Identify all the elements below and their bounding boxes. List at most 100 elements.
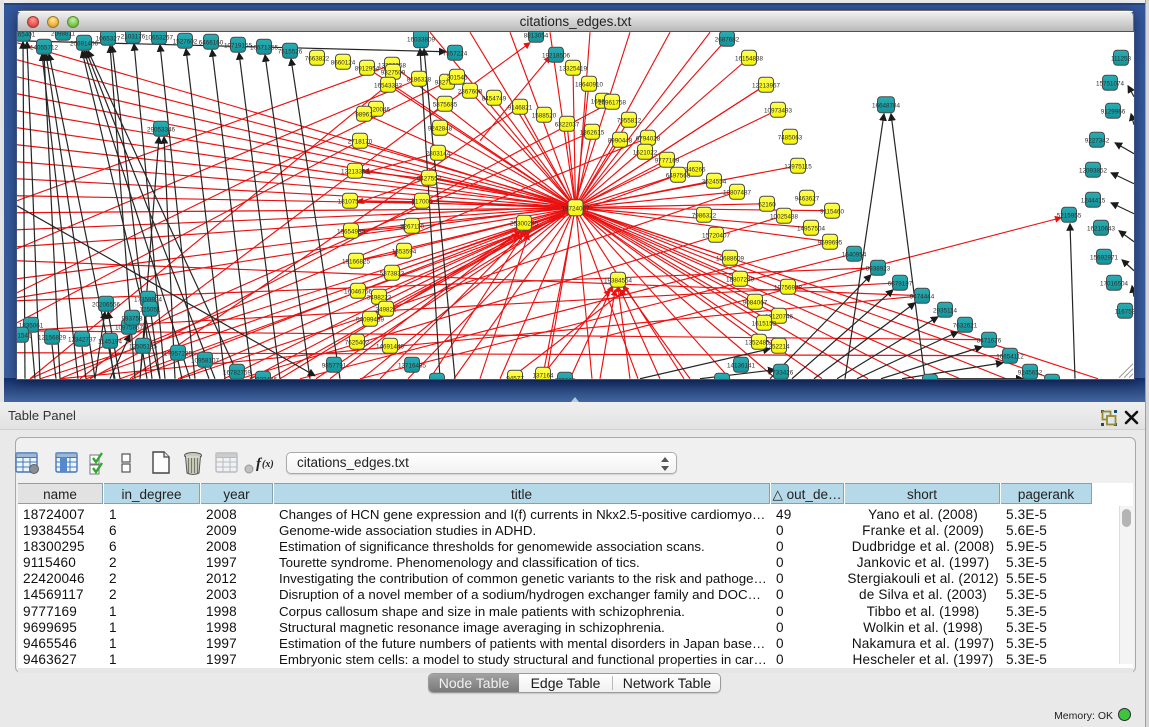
svg-text:9857791: 9857791 — [322, 362, 347, 369]
svg-text:10671355: 10671355 — [250, 44, 279, 51]
svg-text:3624554: 3624554 — [702, 178, 727, 185]
svg-text:12093852: 12093852 — [1079, 167, 1108, 174]
svg-text:2098811: 2098811 — [51, 32, 76, 37]
svg-text:8813054: 8813054 — [524, 32, 549, 39]
svg-text:97245: 97245 — [713, 378, 731, 379]
svg-text:15692971: 15692971 — [1090, 254, 1119, 261]
svg-text:349821: 349821 — [375, 306, 397, 313]
svg-text:2103176: 2103176 — [121, 33, 146, 40]
svg-text:6879197: 6879197 — [888, 280, 913, 287]
svg-text:19654985: 19654985 — [337, 228, 366, 235]
svg-text:19384554: 19384554 — [604, 277, 633, 284]
svg-text:3498222: 3498222 — [367, 294, 392, 301]
svg-text:16154838: 16154838 — [735, 55, 764, 62]
svg-text:9245652: 9245652 — [1018, 369, 1043, 376]
svg-text:13716485: 13716485 — [398, 362, 427, 369]
svg-text:8660124: 8660124 — [331, 59, 356, 66]
svg-text:7515526: 7515526 — [278, 48, 303, 55]
svg-text:1640954: 1640954 — [842, 251, 867, 258]
svg-text:17016504: 17016504 — [1100, 280, 1129, 287]
svg-text:417006: 417006 — [411, 198, 433, 205]
svg-text:17957225: 17957225 — [164, 350, 193, 357]
svg-text:12156829: 12156829 — [38, 334, 67, 341]
svg-text:1810755: 1810755 — [338, 198, 363, 205]
svg-text:9227342: 9227342 — [1085, 137, 1110, 144]
svg-text:54099489: 54099489 — [356, 316, 385, 323]
svg-text:20691406: 20691406 — [70, 40, 99, 47]
svg-text:9146821: 9146821 — [508, 104, 533, 111]
svg-text:18640910: 18640910 — [575, 81, 604, 88]
svg-text:15751074: 15751074 — [1096, 80, 1125, 87]
svg-text:7986322: 7986322 — [692, 212, 717, 219]
svg-text:8938923: 8938923 — [866, 265, 891, 272]
svg-text:6794028: 6794028 — [636, 135, 661, 142]
svg-text:(x): (x) — [262, 459, 274, 470]
svg-text:16961758: 16961758 — [598, 99, 627, 106]
svg-text:20206556: 20206556 — [92, 301, 121, 308]
svg-text:2265401: 2265401 — [17, 32, 36, 38]
svg-text:6322037: 6322037 — [555, 121, 580, 128]
svg-text:5873833: 5873833 — [380, 270, 405, 277]
svg-text:14055712: 14055712 — [30, 44, 59, 51]
svg-text:9699695: 9699695 — [818, 239, 843, 246]
svg-text:98961: 98961 — [355, 111, 373, 118]
svg-text:137164: 137164 — [532, 372, 554, 379]
svg-text:19166825: 19166825 — [342, 258, 371, 265]
svg-text:13975115: 13975115 — [784, 163, 812, 170]
svg-text:62160: 62160 — [758, 201, 776, 208]
svg-text:16648784: 16648784 — [872, 102, 901, 109]
svg-text:8990448: 8990448 — [608, 137, 633, 144]
svg-text:7955812: 7955812 — [617, 117, 642, 124]
svg-text:19218506: 19218506 — [542, 52, 571, 59]
svg-text:10025438: 10025438 — [770, 213, 799, 220]
svg-text:9463627: 9463627 — [795, 195, 820, 202]
svg-text:12213363: 12213363 — [341, 168, 370, 175]
svg-text:2687682: 2687682 — [715, 36, 740, 43]
svg-text:7357224: 7357224 — [443, 50, 468, 57]
svg-text:10654112: 10654112 — [996, 353, 1024, 360]
svg-text:14957504: 14957504 — [797, 225, 826, 232]
svg-text:1353594: 1353594 — [392, 248, 417, 255]
svg-text:1527602: 1527602 — [173, 38, 198, 45]
svg-text:3267110: 3267110 — [400, 223, 425, 230]
svg-text:9327509: 9327509 — [381, 69, 406, 76]
svg-text:10756928: 10756928 — [774, 284, 803, 291]
svg-text:1244415: 1244415 — [1081, 197, 1106, 204]
svg-text:5215955: 5215955 — [1057, 212, 1082, 219]
svg-text:10719155: 10719155 — [224, 42, 253, 49]
svg-text:9242848: 9242848 — [428, 125, 453, 132]
svg-text:10688609: 10688609 — [716, 255, 745, 262]
svg-text:937164: 937164 — [426, 378, 448, 379]
svg-text:125033: 125033 — [554, 377, 576, 379]
svg-text:94577: 94577 — [506, 375, 524, 379]
svg-text:10653267: 10653267 — [145, 34, 174, 41]
svg-text:9129966: 9129966 — [1101, 108, 1126, 115]
svg-text:2718170: 2718170 — [348, 138, 373, 145]
svg-text:1615152: 1615152 — [752, 320, 777, 327]
svg-text:8427552: 8427552 — [417, 175, 442, 182]
svg-text:252214: 252214 — [768, 343, 790, 350]
svg-text:16210643: 16210643 — [1087, 225, 1116, 232]
svg-text:116753: 116753 — [1115, 308, 1134, 315]
svg-text:15720407: 15720407 — [702, 232, 731, 239]
svg-text:9115460: 9115460 — [820, 208, 845, 215]
svg-text:12505135: 12505135 — [129, 343, 158, 350]
svg-text:16543382: 16543382 — [374, 82, 403, 89]
svg-text:9474444: 9474444 — [910, 293, 935, 300]
svg-text:8186328: 8186328 — [407, 76, 432, 83]
svg-text:201546: 201546 — [446, 74, 468, 81]
svg-text:18724007: 18724007 — [561, 205, 590, 212]
svg-text:7632621: 7632621 — [953, 322, 978, 329]
svg-text:14691449: 14691449 — [376, 343, 405, 350]
svg-text:29053346: 29053346 — [147, 126, 176, 133]
svg-text:8454749: 8454749 — [482, 95, 507, 102]
svg-text:5875685: 5875685 — [433, 101, 458, 108]
svg-text:1588520: 1588520 — [532, 112, 557, 119]
svg-text:7663822: 7663822 — [305, 55, 330, 62]
svg-text:6466160: 6466160 — [199, 39, 224, 46]
svg-text:125051: 125051 — [139, 306, 161, 313]
svg-text:2935114: 2935114 — [933, 307, 958, 314]
svg-text:18807249: 18807249 — [726, 276, 755, 283]
svg-text:10807487: 10807487 — [723, 189, 752, 196]
svg-text:16782759: 16782759 — [223, 369, 252, 376]
